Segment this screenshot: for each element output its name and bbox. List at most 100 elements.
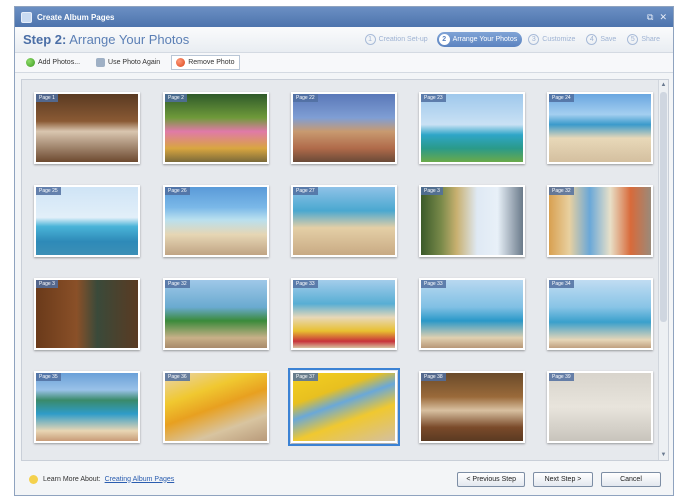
page-number-badge: Page 2 (165, 94, 187, 102)
step-label: Share (641, 36, 660, 43)
step-number-icon: 3 (528, 34, 540, 45)
photo-toolbar: Add Photos... Use Photo Again Remove Pho… (15, 53, 673, 73)
page-number-badge: Page 25 (36, 187, 61, 195)
photo-image: Page 34 (549, 280, 651, 348)
page-number-badge: Page 32 (549, 187, 574, 195)
photo-thumbnail[interactable]: Page 38 (419, 371, 525, 443)
page-number-badge: Page 39 (549, 373, 574, 381)
photo-image: Page 3 (421, 187, 523, 255)
photo-image: Page 37 (293, 373, 395, 441)
photo-thumbnail[interactable]: Page 3 (34, 278, 140, 350)
step-5[interactable]: 5 Share (625, 32, 665, 47)
add-icon (26, 58, 35, 67)
page-number-badge: Page 38 (421, 373, 446, 381)
step-number-label: Step 2: (23, 32, 67, 47)
photo-image: Page 24 (549, 94, 651, 162)
photo-thumbnail[interactable]: Page 1 (34, 92, 140, 164)
page-number-badge: Page 35 (36, 373, 61, 381)
previous-step-button[interactable]: < Previous Step (457, 471, 525, 487)
page-number-badge: Page 24 (549, 94, 574, 102)
page-number-badge: Page 3 (421, 187, 443, 195)
step-2[interactable]: 2 Arrange Your Photos (436, 32, 523, 47)
photo-thumbnail[interactable]: Page 24 (547, 92, 653, 164)
photo-thumbnail[interactable]: Page 23 (419, 92, 525, 164)
photo-thumbnail[interactable]: Page 33 (419, 278, 525, 350)
photo-image: Page 32 (549, 187, 651, 255)
step-header: Step 2: Arrange Your Photos 1 Creation Se… (15, 27, 673, 53)
add-photos-button[interactable]: Add Photos... (21, 55, 85, 70)
photo-image: Page 22 (293, 94, 395, 162)
close-icon[interactable]: ✕ (659, 12, 667, 23)
scroll-up-icon[interactable]: ▲ (659, 80, 668, 90)
step-3[interactable]: 3 Customize (526, 32, 580, 47)
page-number-badge: Page 3 (36, 280, 58, 288)
photo-thumbnail[interactable]: Page 35 (34, 371, 140, 443)
photo-thumbnail[interactable]: Page 27 (291, 185, 397, 257)
title-bar: Create Album Pages ⧉ ✕ (15, 7, 673, 27)
photo-image: Page 32 (165, 280, 267, 348)
photo-image: Page 26 (165, 187, 267, 255)
step-title-text: Arrange Your Photos (69, 32, 190, 47)
photo-image: Page 36 (165, 373, 267, 441)
photo-image: Page 39 (549, 373, 651, 441)
lightbulb-icon (29, 474, 38, 484)
photo-image: Page 1 (36, 94, 138, 162)
step-label: Creation Set-up (378, 36, 428, 43)
photo-grid: Page 1 Page 2 Page 22 Page 23 Page 24 Page 25… (21, 79, 669, 461)
photo-thumbnail[interactable]: Page 26 (163, 185, 269, 257)
scrollbar-thumb[interactable] (660, 92, 667, 322)
duplicate-icon (96, 58, 106, 67)
photo-thumbnail[interactable]: Page 33 (291, 278, 397, 350)
photo-image: Page 35 (36, 373, 138, 441)
footer-bar: Learn More About: Creating Album Pages <… (21, 465, 669, 493)
photo-image: Page 2 (165, 94, 267, 162)
use-photo-again-label: Use Photo Again (108, 59, 161, 66)
photo-image: Page 33 (293, 280, 395, 348)
page-number-badge: Page 26 (165, 187, 190, 195)
photo-thumbnail[interactable]: Page 2 (163, 92, 269, 164)
scroll-down-icon[interactable]: ▼ (659, 450, 668, 460)
restore-icon[interactable]: ⧉ (647, 12, 653, 23)
photo-thumbnail[interactable]: Page 39 (547, 371, 653, 443)
page-number-badge: Page 22 (293, 94, 318, 102)
remove-icon (176, 58, 186, 67)
step-number-icon: 5 (627, 34, 639, 45)
page-number-badge: Page 36 (165, 373, 190, 381)
page-number-badge: Page 37 (293, 373, 318, 381)
photo-thumbnail[interactable]: Page 32 (163, 278, 269, 350)
step-4[interactable]: 4 Save (584, 32, 621, 47)
page-number-badge: Page 32 (165, 280, 190, 288)
photo-thumbnail[interactable]: Page 34 (547, 278, 653, 350)
page-number-badge: Page 34 (549, 280, 574, 288)
page-number-badge: Page 33 (293, 280, 318, 288)
next-step-button[interactable]: Next Step > (533, 471, 593, 487)
page-number-badge: Page 23 (421, 94, 446, 102)
step-number-icon: 1 (364, 34, 376, 45)
step-number-icon: 4 (586, 34, 598, 45)
photo-image: Page 27 (293, 187, 395, 255)
page-title: Step 2: Arrange Your Photos (23, 32, 363, 47)
photo-image: Page 38 (421, 373, 523, 441)
photo-image: Page 33 (421, 280, 523, 348)
photo-thumbnail[interactable]: Page 32 (547, 185, 653, 257)
create-album-window: Create Album Pages ⧉ ✕ Step 2: Arrange Y… (14, 6, 674, 496)
photo-thumbnail[interactable]: Page 3 (419, 185, 525, 257)
photo-image: Page 25 (36, 187, 138, 255)
photo-thumbnail[interactable]: Page 37 (288, 368, 400, 446)
use-photo-again-button[interactable]: Use Photo Again (91, 55, 165, 70)
window-title: Create Album Pages (37, 12, 115, 22)
cancel-button[interactable]: Cancel (601, 471, 661, 487)
photo-thumbnail[interactable]: Page 25 (34, 185, 140, 257)
step-indicator: 1 Creation Set-up 2 Arrange Your Photos 3 Cus… (363, 32, 665, 47)
step-label: Arrange Your Photos (452, 36, 518, 43)
creating-album-pages-link[interactable]: Creating Album Pages (105, 476, 450, 483)
step-label: Customize (542, 36, 576, 43)
photo-thumbnail[interactable]: Page 22 (291, 92, 397, 164)
remove-photo-button[interactable]: Remove Photo (171, 55, 240, 70)
photo-thumbnail[interactable]: Page 36 (163, 371, 269, 443)
vertical-scrollbar[interactable]: ▲ ▼ (658, 80, 668, 460)
page-number-badge: Page 1 (36, 94, 58, 102)
learn-more-label: Learn More About: (43, 475, 101, 483)
step-1[interactable]: 1 Creation Set-up (363, 32, 433, 47)
page-number-badge: Page 33 (421, 280, 446, 288)
